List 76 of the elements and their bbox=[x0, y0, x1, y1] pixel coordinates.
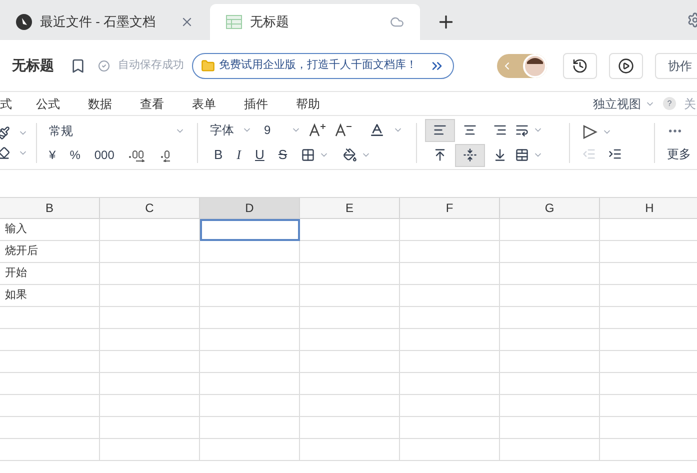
table-cell[interactable]: 烧开后 bbox=[0, 241, 100, 263]
font-size-dropdown[interactable]: 9 bbox=[264, 120, 271, 139]
menu-item[interactable]: 表单 bbox=[192, 94, 216, 112]
currency-button[interactable]: ¥ bbox=[49, 146, 56, 164]
italic-button[interactable]: I bbox=[236, 144, 242, 164]
menu-item[interactable]: 帮助 bbox=[296, 94, 320, 112]
menu-item[interactable]: 数据 bbox=[88, 94, 112, 112]
increase-font-icon[interactable] bbox=[308, 122, 327, 137]
view-dropdown[interactable]: 独立视图 bbox=[593, 94, 641, 112]
tab-title: 最近文件 - 石墨文档 bbox=[40, 13, 157, 32]
strikethrough-button[interactable]: S bbox=[278, 144, 288, 164]
avatar bbox=[523, 54, 547, 78]
indent-icon[interactable] bbox=[608, 146, 622, 160]
vertical-align-button[interactable] bbox=[455, 144, 485, 166]
table-cell[interactable]: 开始 bbox=[0, 263, 100, 285]
cloud-icon bbox=[390, 15, 404, 29]
font-dropdown[interactable]: 字体 bbox=[210, 120, 234, 139]
browser-tab[interactable]: 最近文件 - 石墨文档 bbox=[0, 4, 210, 40]
number-format-dropdown[interactable]: 常规 bbox=[49, 122, 185, 140]
align-icon bbox=[433, 123, 447, 137]
vertical-align-icon bbox=[433, 148, 447, 162]
more-button[interactable]: 更多 bbox=[667, 144, 691, 162]
play-button[interactable] bbox=[609, 52, 643, 78]
column-header[interactable]: B bbox=[0, 198, 100, 219]
fill-color-icon[interactable] bbox=[343, 148, 358, 162]
menu-item[interactable]: 查看 bbox=[140, 94, 164, 112]
borders-icon[interactable] bbox=[301, 148, 316, 162]
table-cell[interactable] bbox=[200, 219, 300, 241]
outdent-icon[interactable] bbox=[582, 146, 596, 160]
column-header[interactable]: G bbox=[500, 198, 600, 219]
history-icon bbox=[572, 58, 588, 74]
column-header[interactable]: C bbox=[100, 198, 200, 219]
text-wrap-icon[interactable] bbox=[515, 123, 529, 137]
bold-button[interactable]: B bbox=[214, 144, 223, 164]
help-button[interactable]: ? bbox=[663, 97, 676, 110]
decrease-font-icon[interactable] bbox=[334, 122, 353, 137]
close-icon[interactable] bbox=[180, 15, 194, 29]
percent-button[interactable]: % bbox=[70, 146, 80, 164]
column-header[interactable]: F bbox=[400, 198, 500, 219]
merge-cells-icon[interactable] bbox=[515, 148, 529, 162]
vertical-align-icon bbox=[493, 148, 507, 162]
collaborators-panel[interactable] bbox=[497, 54, 547, 78]
thousands-button[interactable]: 000 bbox=[94, 146, 114, 164]
logo-icon bbox=[16, 14, 32, 30]
document-title[interactable]: 无标题 bbox=[12, 55, 54, 76]
rotate-text-icon[interactable] bbox=[582, 124, 598, 138]
table-cell[interactable]: 如果 bbox=[0, 285, 100, 307]
decrease-decimal-icon[interactable] bbox=[160, 148, 172, 162]
menu-item[interactable]: 式 bbox=[0, 94, 12, 112]
horizontal-align-button[interactable] bbox=[425, 118, 455, 142]
column-header[interactable]: H bbox=[600, 198, 697, 219]
browser-tab[interactable]: 无标题 bbox=[210, 4, 420, 40]
banner-text: 免费试用企业版，打造千人千面文档库！ bbox=[219, 58, 417, 74]
folder-icon bbox=[201, 58, 215, 72]
save-status: 自动保存成功 bbox=[118, 58, 184, 74]
collaborate-button[interactable]: 协作 bbox=[655, 52, 697, 78]
play-icon bbox=[618, 58, 634, 74]
check-icon bbox=[98, 60, 110, 72]
column-header[interactable]: D bbox=[200, 198, 300, 219]
increase-decimal-icon[interactable] bbox=[128, 148, 146, 162]
menu-item[interactable]: 插件 bbox=[244, 94, 268, 112]
align-icon bbox=[493, 123, 507, 137]
vertical-align-icon bbox=[463, 148, 477, 162]
promo-banner[interactable]: 免费试用企业版，打造千人千面文档库！ bbox=[192, 52, 454, 78]
column-header[interactable]: E bbox=[300, 198, 400, 219]
underline-button[interactable]: U bbox=[255, 144, 264, 164]
font-color-icon[interactable] bbox=[368, 122, 385, 138]
format-painter-icon[interactable] bbox=[0, 126, 10, 140]
tab-title: 无标题 bbox=[250, 13, 290, 32]
history-button[interactable] bbox=[563, 52, 597, 78]
table-cell[interactable]: 输入 bbox=[0, 219, 100, 241]
menu-item[interactable]: 公式 bbox=[36, 94, 60, 112]
align-icon bbox=[463, 123, 477, 137]
bookmark-icon[interactable] bbox=[70, 58, 86, 74]
spreadsheet-icon bbox=[226, 15, 242, 29]
eraser-icon[interactable] bbox=[0, 146, 10, 160]
